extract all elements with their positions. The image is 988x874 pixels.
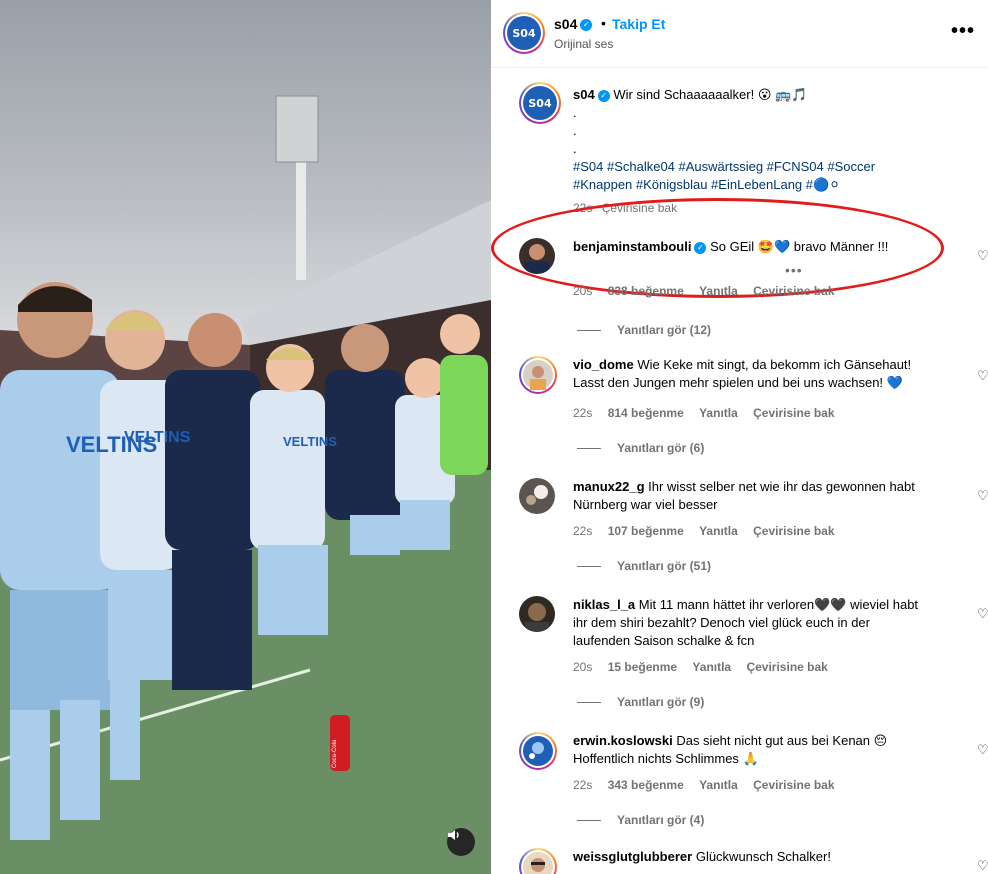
bottle-label: Coca-Cola [332, 739, 338, 768]
audio-label[interactable]: Orijinal ses [554, 37, 613, 51]
comment-more-icon[interactable]: ••• [785, 262, 803, 278]
shirt-sponsor-2: VELTINS [124, 429, 191, 446]
comment-meta: 22s 814 beğenme Yanıtla Çevirisine bak [573, 406, 847, 420]
translate-button[interactable]: Çevirisine bak [753, 284, 834, 298]
mute-button[interactable] [447, 828, 475, 856]
translate-button[interactable]: Çevirisine bak [746, 660, 827, 674]
floodlight-head [275, 95, 319, 163]
view-replies[interactable]: Yanıtları gör (12) [577, 323, 711, 337]
caption-body: Wir sind Schaaaaaalker! 😮 🚌🎵 [613, 87, 808, 102]
caption-dot: . [573, 123, 577, 138]
comment-time: 20s [573, 284, 593, 298]
comment-text: niklas_l_a Mit 11 mann hättet ihr verlor… [573, 596, 923, 650]
view-replies[interactable]: Yanıtları gör (4) [577, 813, 704, 827]
commenter-username[interactable]: niklas_l_a [573, 597, 635, 612]
comment-meta: 20s 15 beğenme Yanıtla Çevirisine bak [573, 660, 840, 674]
comment-text: benjaminstambouli ✓ So GEil 🤩💙 bravo Männ… [573, 238, 923, 256]
verified-icon: ✓ [597, 89, 610, 102]
commenter-avatar[interactable] [519, 356, 557, 394]
post-panel: S04 s04 ✓ • Takip Et Orijinal ses ••• S04… [491, 0, 988, 874]
comment-likes[interactable]: 107 beğenme [608, 524, 684, 538]
commenter-avatar[interactable] [519, 478, 555, 514]
translate-button[interactable]: Çevirisine bak [753, 778, 834, 792]
like-heart-icon[interactable]: ♡ [977, 368, 988, 383]
verified-icon: ✓ [694, 241, 707, 254]
commenter-avatar[interactable] [519, 238, 555, 274]
comment-time: 22s [573, 406, 593, 420]
reply-button[interactable]: Yanıtla [699, 778, 738, 792]
post-header: S04 s04 ✓ • Takip Et Orijinal ses ••• [491, 0, 988, 68]
like-heart-icon[interactable]: ♡ [977, 858, 988, 873]
comment-likes[interactable]: 15 beğenme [608, 660, 677, 674]
comment-time: 22s [573, 778, 593, 792]
comment-meta: 22s 343 beğenme Yanıtla Çevirisine bak [573, 778, 847, 792]
commenter-username[interactable]: vio_dome [573, 357, 634, 372]
view-replies[interactable]: Yanıtları gör (9) [577, 695, 704, 709]
comment-likes[interactable]: 343 beğenme [608, 778, 684, 792]
caption-username[interactable]: s04 [573, 87, 595, 102]
comment-time: 22s [573, 524, 593, 538]
verified-icon: ✓ [580, 19, 593, 32]
like-heart-icon[interactable]: ♡ [977, 606, 988, 621]
comment-body: So GEil 🤩💙 bravo Männer !!! [710, 239, 889, 254]
commenter-avatar[interactable] [519, 848, 557, 874]
translate-button[interactable]: Çevirisine bak [753, 524, 834, 538]
comment-meta: 22s 107 beğenme Yanıtla Çevirisine bak [573, 524, 847, 538]
caption-time: 22s [573, 201, 593, 215]
comment-text: vio_dome Wie Keke mit singt, da bekomm i… [573, 356, 923, 392]
comment-text: weissglutglubberer Glückwunsch Schalker! [573, 848, 923, 866]
post-video[interactable]: VELTINS VELTINS VELTINS Coca-Cola [0, 0, 491, 874]
commenter-username[interactable]: erwin.koslowski [573, 733, 673, 748]
comment-text: erwin.koslowski Das sieht nicht gut aus … [573, 732, 923, 768]
caption-translate[interactable]: Çevirisine bak [602, 201, 677, 215]
header-separator: • [601, 15, 606, 31]
reply-button[interactable]: Yanıtla [699, 284, 738, 298]
comment-likes[interactable]: 838 beğenme [608, 284, 684, 298]
comment-body: Glückwunsch Schalker! [695, 849, 831, 864]
s04-logo-icon: S04 [507, 16, 541, 50]
translate-button[interactable]: Çevirisine bak [753, 406, 834, 420]
s04-logo-icon: S04 [523, 86, 557, 120]
speaker-icon [448, 830, 459, 840]
like-heart-icon[interactable]: ♡ [977, 248, 988, 263]
video-frame-illustration: VELTINS VELTINS VELTINS Coca-Cola [0, 95, 491, 874]
more-options-icon[interactable]: ••• [951, 20, 975, 43]
shirt-sponsor-3: VELTINS [283, 434, 337, 449]
follow-button[interactable]: Takip Et [612, 16, 665, 32]
commenter-username[interactable]: weissglutglubberer [573, 849, 692, 864]
caption-dot: . [573, 105, 577, 120]
caption-hashtags-1[interactable]: #S04 #Schalke04 #Auswärtssieg #FCNS04 #S… [573, 158, 953, 176]
caption-meta: 22s Çevirisine bak [573, 201, 683, 215]
like-heart-icon[interactable]: ♡ [977, 488, 988, 503]
like-heart-icon[interactable]: ♡ [977, 742, 988, 757]
floodlight-mast [296, 150, 306, 280]
author-avatar[interactable]: S04 [503, 12, 545, 54]
reply-button[interactable]: Yanıtla [692, 660, 731, 674]
reply-button[interactable]: Yanıtla [699, 406, 738, 420]
commenter-username[interactable]: manux22_g [573, 479, 645, 494]
caption-hashtags-2[interactable]: #Knappen #Königsblau #EinLebenLang #🔵⚪ [573, 176, 953, 194]
caption-dot: . [573, 141, 577, 156]
comment-text: manux22_g Ihr wisst selber net wie ihr d… [573, 478, 923, 514]
commenter-username[interactable]: benjaminstambouli [573, 239, 691, 254]
commenter-avatar[interactable] [519, 596, 555, 632]
reply-button[interactable]: Yanıtla [699, 524, 738, 538]
comment-meta: 20s 838 beğenme Yanıtla Çevirisine bak [573, 284, 847, 298]
commenter-avatar[interactable] [519, 732, 557, 770]
author-username[interactable]: s04 ✓ [554, 16, 593, 32]
view-replies[interactable]: Yanıtları gör (6) [577, 441, 704, 455]
comment-time: 20s [573, 660, 593, 674]
view-replies[interactable]: Yanıtları gör (51) [577, 559, 711, 573]
caption-avatar[interactable]: S04 [519, 82, 561, 124]
comment-likes[interactable]: 814 beğenme [608, 406, 684, 420]
caption-text: s04 ✓ Wir sind Schaaaaaalker! 😮 🚌🎵 . . . … [573, 86, 953, 194]
